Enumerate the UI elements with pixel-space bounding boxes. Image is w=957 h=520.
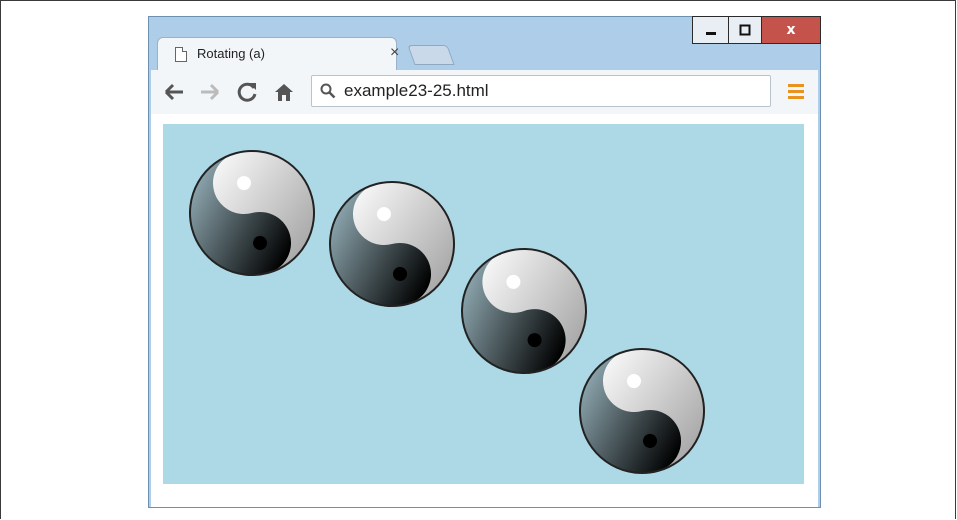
browser-window: x Rotating (a) × example23-25.html [148,16,821,508]
close-window-button[interactable]: x [761,16,821,44]
toolbar: example23-25.html [151,70,818,115]
reload-icon[interactable] [237,81,259,103]
back-arrow-icon[interactable] [163,82,185,102]
new-tab-button[interactable] [407,45,455,65]
minimize-button[interactable] [692,16,729,44]
canvas-area [163,124,804,484]
window-controls: x [692,16,821,44]
tab-close-button[interactable]: × [390,44,399,62]
hamburger-menu-icon[interactable] [788,83,804,99]
maximize-icon [739,24,751,36]
minimize-icon [705,32,716,35]
tab-title: Rotating (a) [197,46,265,61]
page-icon [175,47,187,62]
yin-yang-image [329,181,455,307]
page-content [151,114,818,507]
home-icon[interactable] [273,81,295,103]
search-icon [320,83,336,99]
yin-yang-image [189,150,315,276]
url-text[interactable]: example23-25.html [344,81,489,101]
yin-yang-image [461,248,587,374]
address-bar[interactable]: example23-25.html [311,75,771,107]
forward-arrow-icon[interactable] [199,82,221,102]
maximize-button[interactable] [728,16,762,44]
tab-active[interactable]: Rotating (a) × [157,37,399,71]
yin-yang-image [579,348,705,474]
